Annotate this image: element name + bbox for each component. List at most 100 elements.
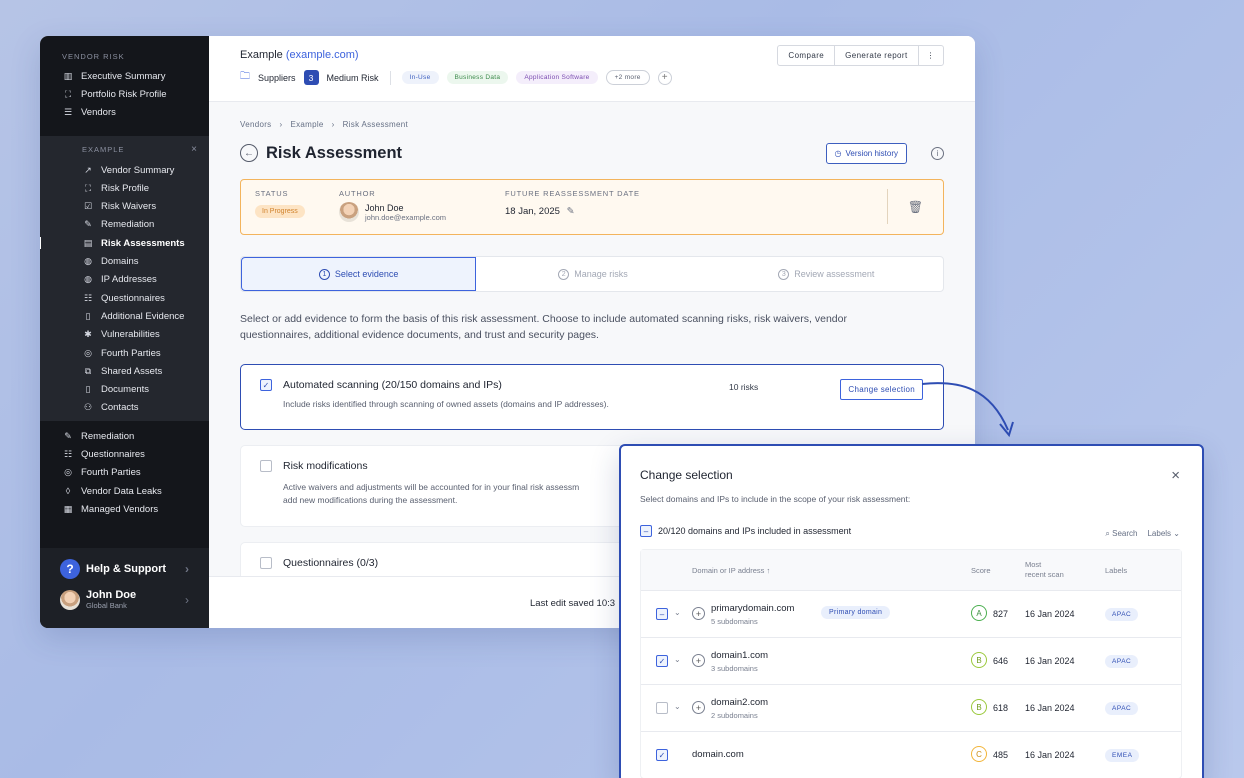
step-manage-risks[interactable]: 2 Manage risks <box>476 257 709 291</box>
vendor-domain-link[interactable]: (example.com) <box>286 49 359 61</box>
step-review-assessment[interactable]: 3 Review assessment <box>710 257 943 291</box>
chevron-down-icon[interactable]: ⌄ <box>674 702 681 711</box>
row-checkbox[interactable]: – <box>656 608 668 620</box>
sidebar-item-shared-assets[interactable]: ⧉ Shared Assets <box>40 362 209 380</box>
table-row[interactable]: ⌄ + domain2.com 2 subdomains B 618 16 Ja… <box>641 684 1181 731</box>
tag-business-data[interactable]: Business Data <box>446 71 509 84</box>
sidebar-item-managed-vendors[interactable]: ▦ Managed Vendors <box>62 500 209 518</box>
score-value: 618 <box>993 703 1009 713</box>
sidebar-item-label: Portfolio Risk Profile <box>81 88 167 100</box>
select-all-checkbox[interactable]: – <box>640 525 652 537</box>
add-tag-icon[interactable]: + <box>657 70 672 85</box>
labels-filter[interactable]: Labels ⌄ <box>1147 529 1180 539</box>
score-value: 485 <box>993 750 1009 760</box>
card-title: Automated scanning (20/150 domains and I… <box>283 379 502 391</box>
step-select-evidence[interactable]: 1 Select evidence <box>241 257 477 291</box>
close-icon[interactable]: × <box>191 144 197 155</box>
score-value: 827 <box>993 609 1009 619</box>
sidebar-item-label: Risk Profile <box>101 182 150 194</box>
chevron-down-icon[interactable]: ⌄ <box>674 655 681 664</box>
sidebar-item-risk-waivers[interactable]: ☑ Risk Waivers <box>40 197 209 215</box>
sidebar-item-questionnaires[interactable]: ☷ Questionnaires <box>40 289 209 307</box>
file-icon: ▯ <box>85 384 91 395</box>
column-domain[interactable]: Domain or IP address ↑ <box>692 566 770 575</box>
version-history-button[interactable]: ◷ Version history <box>825 142 907 164</box>
sidebar-item-contacts[interactable]: ⚇ Contacts <box>40 399 209 417</box>
grade-badge: A <box>971 605 987 621</box>
sidebar-item-remediation[interactable]: ✎ Remediation <box>40 216 209 234</box>
label-badge: EMEA <box>1105 749 1140 762</box>
sidebar-item-label: Questionnaires <box>81 448 145 460</box>
breadcrumb-example[interactable]: Example <box>290 120 323 129</box>
sidebar-item-fourth-parties-global[interactable]: ◎ Fourth Parties <box>62 464 209 482</box>
sidebar-item-label: Managed Vendors <box>81 503 159 515</box>
tag-application-software[interactable]: Application Software <box>516 71 598 84</box>
breadcrumb-vendors[interactable]: Vendors <box>240 120 271 129</box>
sidebar-item-label: IP Addresses <box>101 274 157 286</box>
info-icon[interactable]: i <box>931 146 944 160</box>
sidebar-item-executive-summary[interactable]: ▥ Executive Summary <box>62 67 209 85</box>
row-checkbox[interactable]: ✓ <box>656 655 668 667</box>
row-checkbox[interactable]: ✓ <box>656 749 668 761</box>
card-title: Questionnaires (0/3) <box>283 557 379 569</box>
sidebar-item-risk-assessments[interactable]: ▤ Risk Assessments <box>40 234 209 252</box>
vendor-category[interactable]: Suppliers <box>258 73 296 83</box>
sidebar-item-vulnerabilities[interactable]: ✱ Vulnerabilities <box>40 326 209 344</box>
add-circle-icon[interactable]: + <box>692 701 705 714</box>
add-circle-icon[interactable]: + <box>692 607 705 620</box>
modal-title: Change selection <box>640 468 733 482</box>
sidebar-item-additional-evidence[interactable]: ▯ Additional Evidence <box>40 307 209 325</box>
scan-date: 16 Jan 2024 <box>1025 656 1075 666</box>
folder-icon: 🗀 <box>240 71 250 82</box>
table-row[interactable]: – ⌄ + primarydomain.com 5 subdomains Pri… <box>641 590 1181 637</box>
search-button[interactable]: ⌕ Search <box>1105 529 1137 539</box>
more-tags-button[interactable]: +2 more <box>605 70 650 85</box>
risk-modifications-checkbox[interactable] <box>260 460 272 472</box>
author-email: john.doe@example.com <box>365 212 446 222</box>
pencil-icon[interactable]: ✎ <box>567 206 575 217</box>
user-menu[interactable]: John Doe Global Bank › <box>40 579 209 610</box>
sidebar-item-risk-profile[interactable]: ⛶ Risk Profile <box>40 179 209 197</box>
sidebar-item-domains[interactable]: ◍ Domains <box>40 252 209 270</box>
sidebar-item-fourth-parties[interactable]: ◎ Fourth Parties <box>40 344 209 362</box>
row-checkbox[interactable] <box>656 702 668 714</box>
add-circle-icon[interactable]: + <box>692 654 705 667</box>
sidebar-item-ip-addresses[interactable]: ◍ IP Addresses <box>40 271 209 289</box>
sidebar-item-vendor-summary[interactable]: ↗ Vendor Summary <box>40 161 209 179</box>
sidebar-item-label: Vulnerabilities <box>101 329 160 341</box>
questionnaires-checkbox[interactable] <box>260 557 272 569</box>
table-row[interactable]: ✓ domain.com C 485 16 Jan 2024 EMEA <box>641 731 1181 778</box>
primary-domain-badge: Primary domain <box>821 606 891 619</box>
table-row[interactable]: ✓ ⌄ + domain1.com 3 subdomains B 646 16 … <box>641 637 1181 684</box>
user-name: John Doe <box>86 589 137 601</box>
sidebar-item-portfolio-risk-profile[interactable]: ⛶ Portfolio Risk Profile <box>62 85 209 103</box>
help-support-link[interactable]: ? Help & Support › <box>40 548 209 579</box>
scan-date: 16 Jan 2024 <box>1025 703 1075 713</box>
sidebar-item-vendor-data-leaks[interactable]: ◊ Vendor Data Leaks <box>62 482 209 500</box>
sidebar-item-remediation-global[interactable]: ✎ Remediation <box>62 427 209 445</box>
sidebar-item-label: Risk Assessments <box>101 237 185 249</box>
trash-icon[interactable]: 🗑 <box>887 189 943 224</box>
close-icon[interactable]: × <box>1171 467 1180 484</box>
table-header: Domain or IP address ↑ Score Most recent… <box>641 550 1181 590</box>
automated-scanning-checkbox[interactable]: ✓ <box>260 379 272 391</box>
checklist-icon: ☷ <box>63 448 73 459</box>
sidebar-item-label: Domains <box>101 256 139 268</box>
sidebar-item-vendors[interactable]: ☰ Vendors <box>62 104 209 122</box>
sidebar-item-questionnaires-global[interactable]: ☷ Questionnaires <box>62 445 209 463</box>
column-labels[interactable]: Labels <box>1105 566 1127 575</box>
checklist-icon: ☷ <box>83 292 93 303</box>
column-score[interactable]: Score <box>971 566 991 575</box>
chevron-down-icon[interactable]: ⌄ <box>674 608 681 617</box>
back-arrow-icon[interactable]: ← <box>240 144 258 162</box>
tag-in-use[interactable]: In-Use <box>401 71 439 84</box>
column-recent-scan[interactable]: Most recent scan <box>1025 560 1064 580</box>
sidebar: VENDOR RISK ▥ Executive Summary ⛶ Portfo… <box>40 36 209 628</box>
more-options-icon[interactable]: ⋮ <box>919 46 943 65</box>
change-selection-button[interactable]: Change selection <box>840 379 923 400</box>
step-number: 1 <box>318 268 330 280</box>
file-icon: ▯ <box>85 310 91 321</box>
generate-report-button[interactable]: Generate report <box>835 46 919 65</box>
sidebar-item-documents[interactable]: ▯ Documents <box>40 380 209 398</box>
compare-button[interactable]: Compare <box>778 46 836 65</box>
